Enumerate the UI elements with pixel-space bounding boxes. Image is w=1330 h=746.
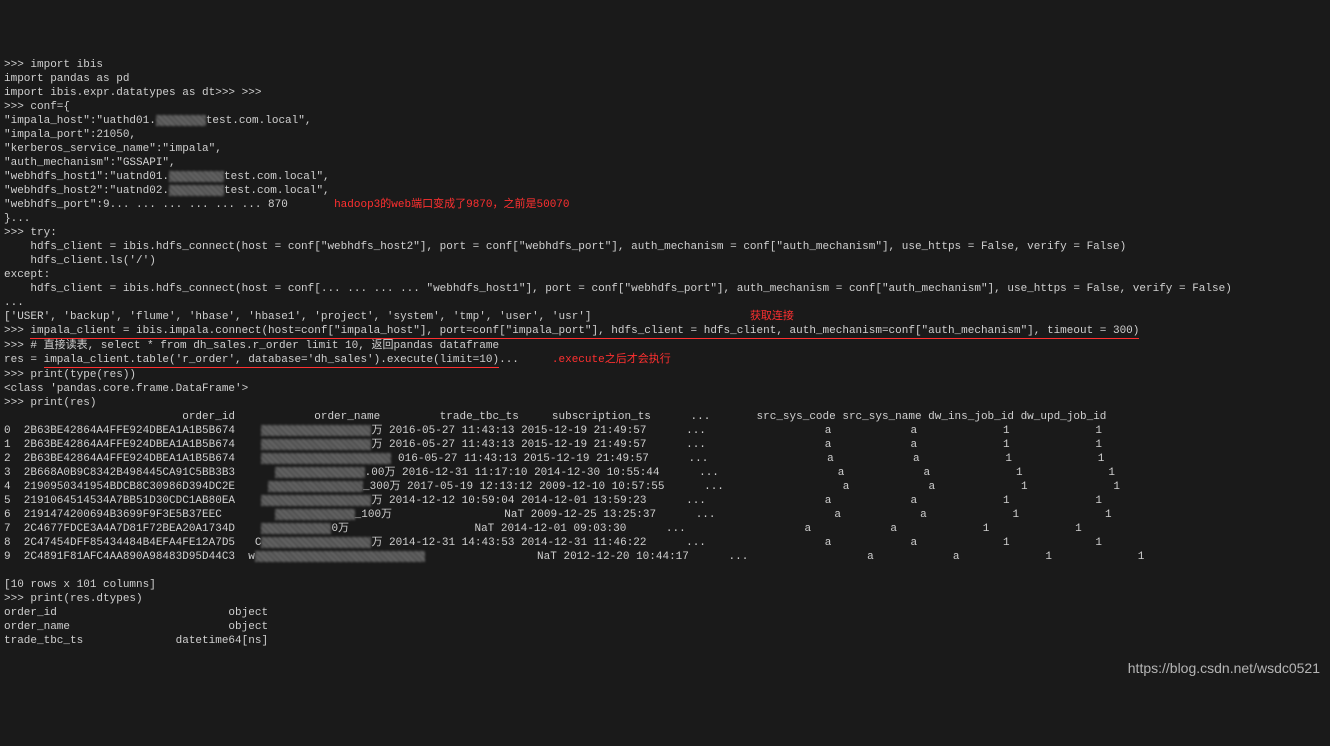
code-line: >>> import ibis xyxy=(4,59,103,71)
code-line: hdfs_client.ls('/') xyxy=(4,255,156,267)
table-header: order_id order_name trade_tbc_ts subscri… xyxy=(4,411,1106,423)
table-row: 7 2C4677FDCE3A4A7D81F72BEA20A1734D 0万 Na… xyxy=(4,523,1082,535)
code-line: "webhdfs_port":9... ... ... ... ... ... … xyxy=(4,199,570,211)
annotation-execute: .execute之后才会执行 xyxy=(552,354,671,366)
code-line: ['USER', 'backup', 'flume', 'hbase', 'hb… xyxy=(4,311,794,323)
code-line: import pandas as pd xyxy=(4,73,129,85)
code-line: >>> print(res.dtypes) xyxy=(4,593,143,605)
code-line: res = impala_client.table('r_order', dat… xyxy=(4,354,671,366)
code-line: "impala_host":"uathd01.test.com.local", xyxy=(4,115,311,127)
execute-line: impala_client.table('r_order', database=… xyxy=(44,353,499,368)
code-line: trade_tbc_ts datetime64[ns] xyxy=(4,635,268,647)
annotation-get-connection: 获取连接 xyxy=(750,311,794,323)
code-line: hdfs_client = ibis.hdfs_connect(host = c… xyxy=(4,283,1232,295)
code-line: order_id object xyxy=(4,607,268,619)
table-row: 0 2B63BE42864A4FFE924DBEA1A1B5B674 万 201… xyxy=(4,425,1102,437)
code-line: <class 'pandas.core.frame.DataFrame'> xyxy=(4,383,248,395)
code-line: >>> print(type(res)) xyxy=(4,369,136,381)
annotation-hadoop-port: hadoop3的web端口变成了9870，之前是50070 xyxy=(334,199,569,211)
code-line: order_name object xyxy=(4,621,268,633)
code-line: ... xyxy=(4,297,24,309)
code-line: hdfs_client = ibis.hdfs_connect(host = c… xyxy=(4,241,1126,253)
code-line: "impala_port":21050, xyxy=(4,129,136,141)
table-row: 1 2B63BE42864A4FFE924DBEA1A1B5B674 万 201… xyxy=(4,439,1102,451)
table-row: 9 2C4891F81AFC4AA890A98483D95D44C3 w NaT… xyxy=(4,551,1144,563)
code-line: >>> conf={ xyxy=(4,101,70,113)
impala-connect-line: impala_client = ibis.impala.connect(host… xyxy=(30,324,1139,339)
code-line: }... xyxy=(4,213,30,225)
code-line: >>> impala_client = ibis.impala.connect(… xyxy=(4,325,1139,337)
table-row: 3 2B668A0B9C8342B498445CA91C5BB3B3 .00万 … xyxy=(4,467,1115,479)
code-line: except: xyxy=(4,269,50,281)
code-line: [10 rows x 101 columns] xyxy=(4,579,156,591)
code-line: >>> try: xyxy=(4,227,57,239)
code-line: "webhdfs_host1":"uatnd01.test.com.local"… xyxy=(4,171,330,183)
code-line: "webhdfs_host2":"uatnd02.test.com.local"… xyxy=(4,185,330,197)
code-line: >>> # 直接读表, select * from dh_sales.r_ord… xyxy=(4,340,499,352)
table-row: 8 2C47454DFF85434484B4EFA4FE12A7D5 C万 20… xyxy=(4,537,1102,549)
code-line: "auth_mechanism":"GSSAPI", xyxy=(4,157,176,169)
watermark: https://blog.csdn.net/wsdc0521 xyxy=(1128,661,1320,675)
table-row: 4 2190950341954BDCB8C30986D394DC2E _300万… xyxy=(4,481,1120,493)
code-line: >>> print(res) xyxy=(4,397,96,409)
code-line: import ibis.expr.datatypes as dt>>> >>> xyxy=(4,87,261,99)
terminal-output: >>> import ibis import pandas as pd impo… xyxy=(4,58,1326,648)
code-line: "kerberos_service_name":"impala", xyxy=(4,143,222,155)
table-row: 2 2B63BE42864A4FFE924DBEA1A1B5B674 016-0… xyxy=(4,453,1104,465)
table-row: 5 2191064514534A7BB51D30CDC1AB80EA 万 201… xyxy=(4,495,1102,507)
table-row: 6 2191474200694B3699F9F3E5B37EEC _100万 N… xyxy=(4,509,1112,521)
